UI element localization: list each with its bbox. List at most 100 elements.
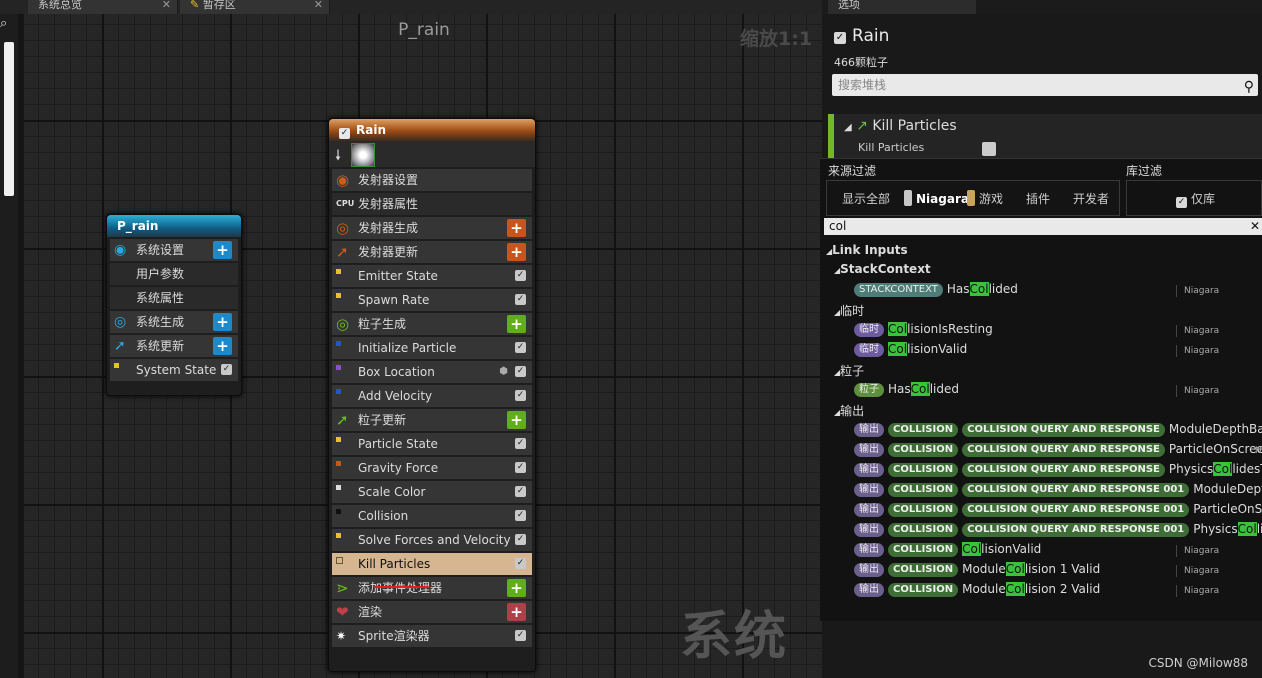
action-search-input[interactable]: col ✕ [824, 218, 1262, 235]
scrollbar[interactable] [4, 42, 14, 196]
tree-category[interactable]: ◢输出 [834, 402, 864, 419]
enable-checkbox[interactable]: ✓ [221, 364, 232, 375]
enable-checkbox[interactable]: ✓ [515, 342, 526, 353]
stack-row[interactable]: 粒子更新 ➚ + [332, 409, 532, 431]
action-item[interactable]: 粒子 HasCollided [854, 382, 959, 397]
enabled-checkbox[interactable]: ✓ [834, 32, 846, 44]
stack-row[interactable]: 发射器生成 ◎ + [332, 217, 532, 239]
add-module-button[interactable]: + [507, 315, 526, 333]
stack-row[interactable]: Box Location ✓ ⬢ [332, 361, 532, 383]
add-module-button[interactable]: + [213, 313, 232, 331]
library-only-toggle[interactable]: ✓ 仅库 [1176, 190, 1215, 208]
stack-row[interactable]: 发射器更新 ➚ + [332, 241, 532, 263]
filter-game[interactable]: 游戏 [967, 190, 1003, 207]
enable-checkbox[interactable]: ✓ [515, 366, 526, 377]
tab-system-overview[interactable]: 系统总览 ✕ [28, 0, 178, 14]
enable-checkbox[interactable]: ✓ [515, 462, 526, 473]
system-node[interactable]: P_rain 系统设置 ◉ + 用户参数 系统属性 系统生成 ◎ + 系统更新 ➚ + System … [106, 214, 242, 396]
stack-row[interactable]: Scale Color ✓ [332, 481, 532, 503]
action-item[interactable]: 临时 CollisionIsResting [854, 322, 993, 337]
stack-row[interactable]: Spawn Rate ✓ [332, 289, 532, 311]
stack-row[interactable]: 用户参数 [110, 263, 238, 285]
stack-row[interactable]: 系统属性 [110, 287, 238, 309]
stack-search-input[interactable]: 搜索堆栈 ⚲ [832, 74, 1258, 96]
action-item[interactable]: 输出 COLLISION CollisionValid [854, 542, 1041, 557]
tab-scratch-pad[interactable]: ✎ 暂存区 ✕ [180, 0, 330, 14]
emitter-node-header[interactable]: ✓ Rain [329, 119, 535, 141]
add-module-button[interactable]: + [213, 241, 232, 259]
system-node-header[interactable]: P_rain [107, 215, 241, 237]
filter-niagara[interactable]: Niagara [904, 190, 969, 206]
action-item[interactable]: 输出 COLLISION COLLISION QUERY AND RESPONSE P… [854, 462, 1262, 477]
action-item[interactable]: 输出 COLLISION COLLISION QUERY AND RESPONSE … [854, 482, 1262, 497]
emitter-node[interactable]: ✓ Rain 🠗 发射器设置 ◉ 发射器属性 CPU 发射器生成 ◎ + 发射器更新 ➚ + Emit… [328, 118, 536, 672]
checkbox-icon[interactable]: ✓ [1176, 197, 1187, 208]
stack-row[interactable]: Particle State ✓ [332, 433, 532, 455]
enable-checkbox[interactable]: ✓ [515, 390, 526, 401]
enable-checkbox[interactable]: ✓ [515, 294, 526, 305]
enable-checkbox[interactable]: ✓ [515, 630, 526, 641]
action-item[interactable]: 输出 COLLISION ModuleCollision 2 Valid [854, 582, 1100, 597]
search-icon[interactable]: ⚲ [1244, 76, 1254, 98]
enable-checkbox[interactable]: ✓ [515, 270, 526, 281]
action-item[interactable]: 输出 COLLISION COLLISION QUERY AND RESPONSE M… [854, 422, 1262, 437]
enable-checkbox[interactable]: ✓ [515, 486, 526, 497]
action-item[interactable]: 输出 COLLISION COLLISION QUERY AND RESPONSE … [854, 522, 1262, 537]
add-module-button[interactable]: + [507, 243, 526, 261]
stack-row[interactable]: System State ✓ [110, 359, 238, 381]
action-item[interactable]: STACKCONTEXT HasCollided [854, 282, 1018, 297]
add-module-button[interactable]: + [507, 603, 526, 621]
filter-developer[interactable]: 开发者 [1073, 190, 1109, 207]
stack-row[interactable]: Solve Forces and Velocity ✓ [332, 529, 532, 551]
collapse-arrow-icon[interactable]: ◢ [844, 122, 852, 133]
stack-row[interactable]: 系统更新 ➚ + [110, 335, 238, 357]
category-pill: 输出 [854, 543, 884, 557]
section-icon: ➚ [336, 411, 349, 429]
action-item[interactable]: 临时 CollisionValid [854, 342, 967, 357]
add-module-button[interactable]: + [507, 219, 526, 237]
stack-row[interactable]: Initialize Particle ✓ [332, 337, 532, 359]
kill-particles-checkbox[interactable] [982, 142, 996, 156]
action-item[interactable]: 输出 COLLISION ModuleCollision 1 Valid [854, 562, 1100, 577]
add-module-button[interactable]: + [507, 411, 526, 429]
action-item[interactable]: 输出 COLLISION COLLISION QUERY AND RESPONSE P… [854, 442, 1262, 457]
stack-row[interactable]: 添加事件处理器 ⋗ + [332, 577, 532, 599]
graph-canvas[interactable]: P_rain 缩放1:1 系统 P_rain 系统设置 ◉ + 用户参数 系统属性 系统生… [24, 14, 822, 678]
stack-row[interactable]: 发射器设置 ◉ [332, 169, 532, 191]
add-module-button[interactable]: + [213, 337, 232, 355]
tree-category[interactable]: ◢StackContext [834, 262, 931, 276]
action-item[interactable]: 输出 COLLISION COLLISION QUERY AND RESPONSE … [854, 502, 1262, 517]
stack-row[interactable]: Kill Particles ✓ [332, 553, 532, 575]
tree-category[interactable]: ◢粒子 [834, 362, 864, 379]
checkbox-icon[interactable]: ✓ [339, 128, 350, 139]
stack-row[interactable]: Sprite渲染器 ✷ ✓ [332, 625, 532, 647]
tree-category[interactable]: ◢临时 [834, 302, 864, 319]
filter-plugins[interactable]: 插件 [1026, 190, 1050, 207]
stack-row[interactable]: Emitter State ✓ [332, 265, 532, 287]
close-icon[interactable]: ✕ [314, 0, 323, 10]
pin-icon[interactable]: 🠗 [335, 145, 341, 169]
tree-root[interactable]: ◢Link Inputs [826, 243, 908, 257]
add-module-button[interactable]: + [507, 579, 526, 597]
enable-checkbox[interactable]: ✓ [515, 438, 526, 449]
filter-show-all[interactable]: 显示全部 [842, 190, 890, 207]
stack-row[interactable]: Add Velocity ✓ [332, 385, 532, 407]
enable-checkbox[interactable]: ✓ [515, 510, 526, 521]
tree-root-label: Link Inputs [832, 243, 908, 257]
stack-row[interactable]: 渲染 ❤ + [332, 601, 532, 623]
search-icon[interactable]: ⌕ [0, 16, 14, 34]
enable-checkbox[interactable]: ✓ [515, 558, 526, 569]
stack-row[interactable]: 系统设置 ◉ + [110, 239, 238, 261]
kill-particles-header[interactable]: ◢ ↗ Kill Particles [844, 118, 957, 134]
tab-options[interactable]: 选项 [828, 0, 976, 14]
stack-row[interactable]: Gravity Force ✓ [332, 457, 532, 479]
stack-row[interactable]: 发射器属性 CPU [332, 193, 532, 215]
stack-row[interactable]: Collision ✓ [332, 505, 532, 527]
stack-row[interactable]: 粒子生成 ◎ + [332, 313, 532, 335]
enable-checkbox[interactable]: ✓ [515, 534, 526, 545]
library-only-label: 仅库 [1191, 192, 1216, 206]
stack-row[interactable]: 系统生成 ◎ + [110, 311, 238, 333]
close-icon[interactable]: ✕ [162, 0, 171, 10]
clear-icon[interactable]: ✕ [1250, 218, 1260, 235]
module-icon: ↗ [856, 118, 868, 134]
